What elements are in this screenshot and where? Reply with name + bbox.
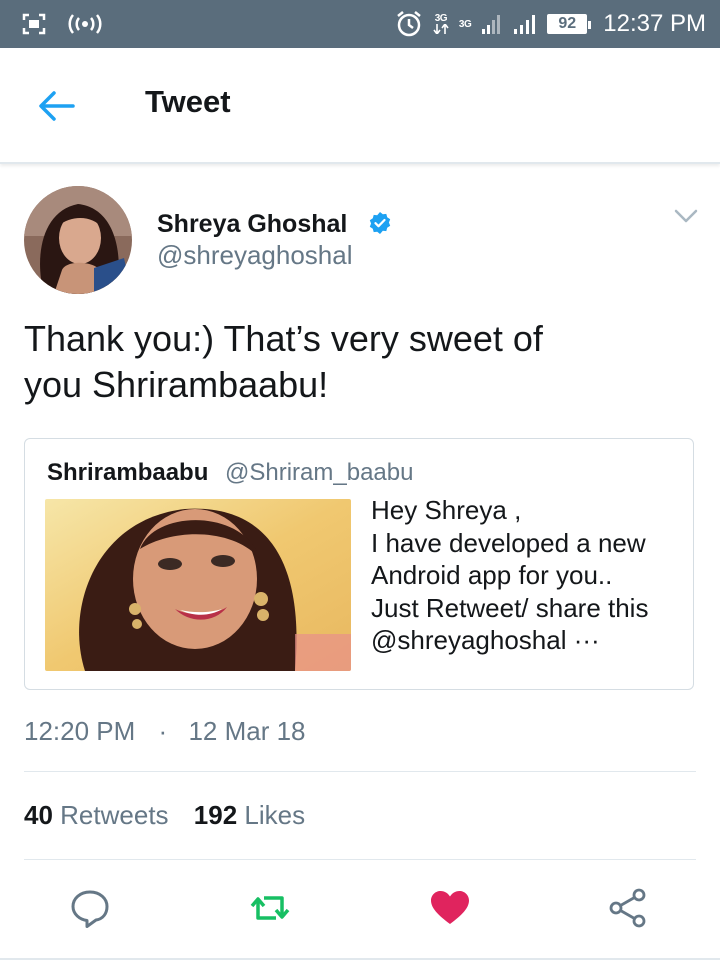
reply-icon[interactable] <box>68 886 112 930</box>
verified-badge-icon <box>369 212 391 234</box>
hotspot-icon <box>68 14 102 34</box>
back-arrow-icon[interactable] <box>36 88 76 124</box>
quoted-media-image[interactable] <box>45 499 351 671</box>
quoted-text-line: Hey Shreya , <box>371 495 522 525</box>
tweet-text-line: you Shrirambaabu! <box>24 364 329 405</box>
divider <box>0 958 720 960</box>
status-time: 12:37 PM <box>603 10 706 37</box>
quoted-text: Hey Shreya , I have developed a new Andr… <box>371 494 681 657</box>
retweets-label: Retweets <box>60 800 169 830</box>
tweet-date: 12 Mar 18 <box>188 716 306 746</box>
retweets-count: 40 <box>24 800 53 830</box>
status-bar: 3G 3G 92 12:37 PM <box>0 0 720 48</box>
tweet-time: 12:20 PM <box>24 716 136 746</box>
author-name[interactable]: Shreya Ghoshal <box>157 210 347 239</box>
meta-separator: · <box>158 716 168 746</box>
quoted-text-line: @shreyaghoshal ··· <box>371 625 600 655</box>
likes-label: Likes <box>244 800 306 830</box>
like-icon[interactable] <box>428 886 472 930</box>
page-title: Tweet <box>145 84 231 119</box>
signal-icon <box>482 15 501 34</box>
alarm-icon <box>397 11 421 37</box>
tweet-stats: 40 Retweets 192 Likes <box>24 800 305 831</box>
tweet-text-line: Thank you:) That’s very sweet of <box>24 318 543 359</box>
divider <box>24 771 696 772</box>
author-handle[interactable]: @shreyaghoshal <box>157 240 353 271</box>
quoted-text-line: Just Retweet/ share this <box>371 592 649 623</box>
tweet-text: Thank you:) That’s very sweet of you Shr… <box>24 316 684 408</box>
avatar[interactable] <box>24 186 132 294</box>
quoted-text-line: I have developed a new <box>371 527 646 558</box>
divider <box>24 859 696 860</box>
quoted-tweet[interactable]: Shrirambaabu @Shriram_baabu Hey Shreya ,… <box>24 438 694 690</box>
signal-icon <box>514 15 536 34</box>
screenshot-icon <box>22 13 46 35</box>
likes-stat[interactable]: 192 Likes <box>194 800 305 830</box>
data-arrows-icon <box>433 24 449 34</box>
tweet-timestamp: 12:20 PM · 12 Mar 18 <box>24 716 306 747</box>
chevron-down-icon[interactable] <box>672 206 700 226</box>
likes-count: 192 <box>193 800 238 830</box>
retweets-stat[interactable]: 40 Retweets <box>24 800 176 830</box>
retweet-icon[interactable] <box>248 886 292 930</box>
quoted-text-line: Android app for you.. <box>371 560 613 590</box>
quoted-author-handle: @Shriram_baabu <box>225 459 414 486</box>
app-bar: Tweet <box>0 48 720 164</box>
share-icon[interactable] <box>607 886 651 930</box>
network-type-2: 3G <box>458 19 472 30</box>
network-type-1: 3G <box>433 14 449 34</box>
quoted-author-name: Shrirambaabu <box>47 459 209 486</box>
battery-indicator: 92 <box>547 14 592 34</box>
